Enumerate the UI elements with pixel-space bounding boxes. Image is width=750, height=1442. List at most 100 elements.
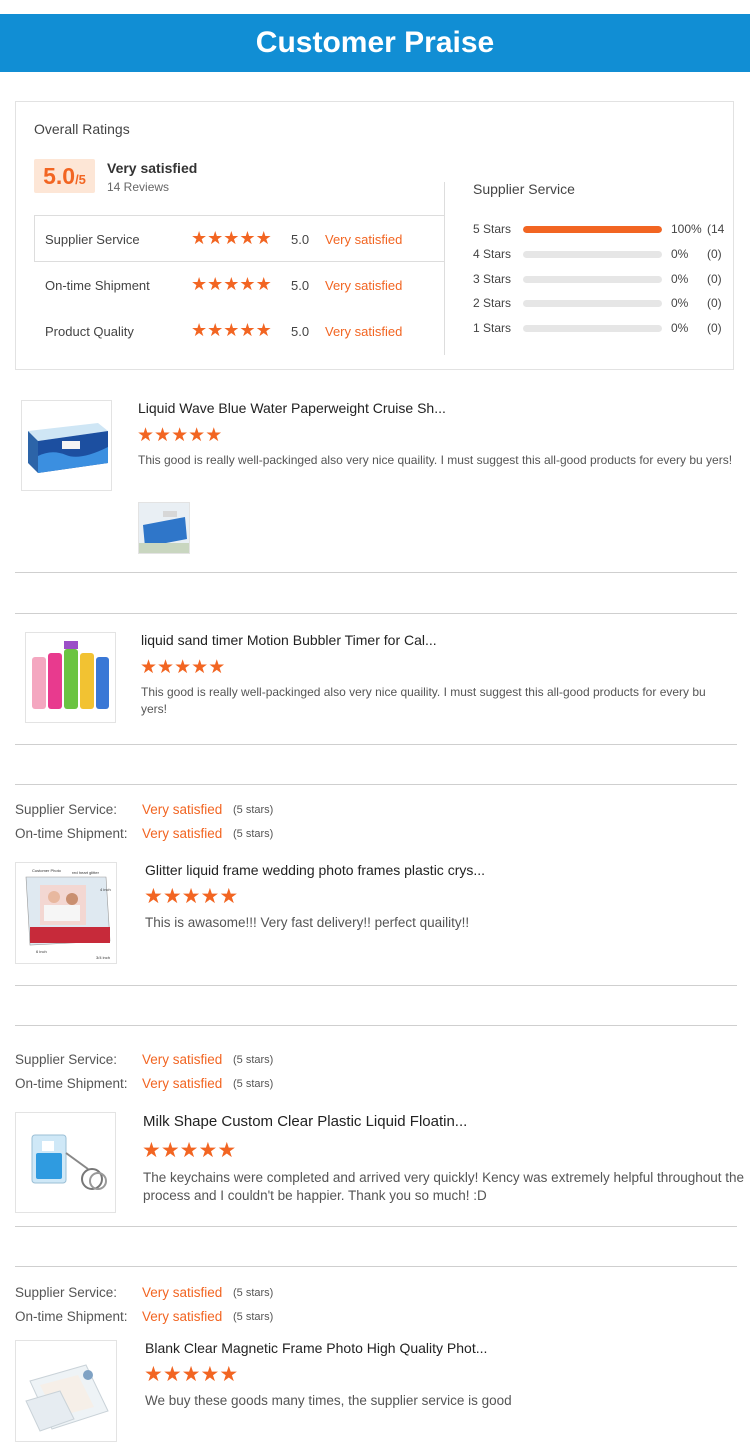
ratings-summary-card: Overall Ratings 5.0 /5 Very satisfied 14… [15, 101, 734, 370]
sand-timer-image [26, 633, 115, 722]
distribution-label: 1 Stars [473, 321, 512, 335]
shipment-rating: Very satisfied [142, 826, 223, 841]
review-photo[interactable] [138, 502, 190, 554]
distribution-count: (0) [707, 321, 722, 335]
page-title: Customer Praise [255, 26, 495, 59]
distribution-bar [523, 300, 662, 307]
magnetic-frame-image [16, 1341, 116, 1441]
distribution-bar [523, 251, 662, 258]
review-stars: ★ ★ ★ ★ ★ [144, 886, 238, 907]
star-icon: ★ [181, 1363, 201, 1386]
product-thumbnail[interactable] [25, 632, 116, 723]
shipment-label: On-time Shipment: [15, 1309, 128, 1324]
page-header: Customer Praise [0, 14, 750, 72]
star-icon: ★ [255, 320, 272, 340]
distribution-percent: 0% [671, 321, 689, 335]
star-icon: ★ [171, 425, 189, 446]
shipment-rating: Very satisfied [142, 1076, 223, 1091]
supplier-service-stars: (5 stars) [233, 804, 274, 816]
star-icon: ★ [223, 320, 240, 340]
svg-text:Customer Photo: Customer Photo [32, 868, 62, 873]
summary-divider [444, 182, 445, 355]
shipment-label: On-time Shipment: [15, 1076, 128, 1091]
divider [15, 1025, 737, 1026]
star-icon: ★ [144, 885, 163, 908]
star-icon: ★ [191, 274, 208, 294]
category-score: 5.0 [291, 324, 310, 339]
distribution-row-5: 5 Stars 100% (14 [473, 221, 733, 237]
overall-ratings-title: Overall Ratings [34, 121, 130, 137]
category-label: Product Quality [45, 324, 134, 339]
review-product-title[interactable]: Glitter liquid frame wedding photo frame… [145, 862, 485, 878]
supplier-service-stars: (5 stars) [233, 1287, 274, 1299]
star-icon: ★ [160, 1139, 180, 1162]
category-row-product-quality: Product Quality ★ ★ ★ ★ ★ 5.0 Very satisfied [34, 308, 444, 353]
supplier-service-rating: Very satisfied [142, 1285, 223, 1300]
divider [15, 784, 737, 785]
review-photo-image [139, 503, 189, 553]
distribution-bar [523, 226, 662, 233]
star-icon: ★ [255, 274, 272, 294]
star-icon: ★ [191, 657, 209, 678]
supplier-service-rating: Very satisfied [142, 1052, 223, 1067]
star-icon: ★ [219, 1363, 239, 1386]
divider [15, 572, 737, 573]
review-text: This good is really well-packinged also … [141, 685, 706, 716]
supplier-service-label: Supplier Service: [15, 1052, 118, 1067]
distribution-percent: 0% [671, 247, 689, 261]
review-product-title[interactable]: Milk Shape Custom Clear Plastic Liquid F… [143, 1113, 467, 1130]
review-text: The keychains were completed and arrived… [143, 1170, 745, 1203]
distribution-bar [523, 276, 662, 283]
star-icon: ★ [157, 657, 175, 678]
category-row-on-time-shipment: On-time Shipment ★ ★ ★ ★ ★ 5.0 Very satisfie… [34, 262, 444, 307]
divider [15, 1226, 737, 1227]
star-icon: ★ [255, 228, 272, 248]
distribution-count: (0) [707, 272, 722, 286]
divider [15, 744, 737, 745]
product-thumbnail[interactable] [15, 1340, 117, 1442]
review-stars: ★ ★ ★ ★ ★ [137, 426, 222, 445]
shipment-rating: Very satisfied [142, 1309, 223, 1324]
distribution-count: (14 [707, 222, 725, 236]
overall-score: 5.0 [43, 163, 76, 189]
star-icon: ★ [188, 425, 206, 446]
review-product-title[interactable]: Blank Clear Magnetic Frame Photo High Qu… [145, 1340, 487, 1356]
divider [15, 985, 737, 986]
review-text: This is awasome!!! Very fast delivery!! … [145, 915, 470, 930]
supplier-service-label: Supplier Service: [15, 1285, 118, 1300]
product-thumbnail[interactable]: Customer Photo red heart glitter 6 inch … [15, 862, 117, 964]
distribution-label: 3 Stars [473, 272, 512, 286]
overall-score-badge: 5.0 /5 [34, 159, 95, 193]
divider [15, 613, 737, 614]
review-product-title[interactable]: liquid sand timer Motion Bubbler Timer f… [141, 632, 437, 648]
shipment-stars: (5 stars) [233, 1078, 274, 1090]
star-icon: ★ [162, 1363, 182, 1386]
category-label: Supplier Service [45, 232, 140, 247]
star-icon: ★ [191, 228, 208, 248]
distribution-label: 2 Stars [473, 296, 512, 310]
review-stars: ★ ★ ★ ★ ★ [142, 1140, 236, 1161]
svg-text:4 inch: 4 inch [100, 887, 111, 892]
category-stars: ★ ★ ★ ★ ★ [191, 229, 272, 247]
svg-text:red heart glitter: red heart glitter [72, 870, 100, 875]
supplier-service-label: Supplier Service: [15, 802, 118, 817]
star-icon: ★ [207, 320, 224, 340]
shipment-stars: (5 stars) [233, 1311, 274, 1323]
product-thumbnail[interactable] [15, 1112, 116, 1213]
category-label: On-time Shipment [45, 278, 150, 293]
keychain-image [16, 1113, 115, 1212]
star-icon: ★ [239, 320, 256, 340]
product-thumbnail[interactable] [21, 400, 112, 491]
review-product-title[interactable]: Liquid Wave Blue Water Paperweight Cruis… [138, 400, 446, 416]
star-icon: ★ [162, 885, 182, 908]
distribution-label: 5 Stars [473, 222, 512, 236]
review-stars: ★ ★ ★ ★ ★ [144, 1364, 238, 1385]
review-stars: ★ ★ ★ ★ ★ [140, 658, 225, 677]
distribution-count: (0) [707, 247, 722, 261]
category-rating-label: Very satisfied [325, 278, 403, 293]
svg-text:6 inch: 6 inch [36, 949, 47, 954]
star-icon: ★ [239, 274, 256, 294]
distribution-row-3: 3 Stars 0% (0) [473, 271, 733, 287]
star-icon: ★ [217, 1139, 237, 1162]
star-icon: ★ [154, 425, 172, 446]
